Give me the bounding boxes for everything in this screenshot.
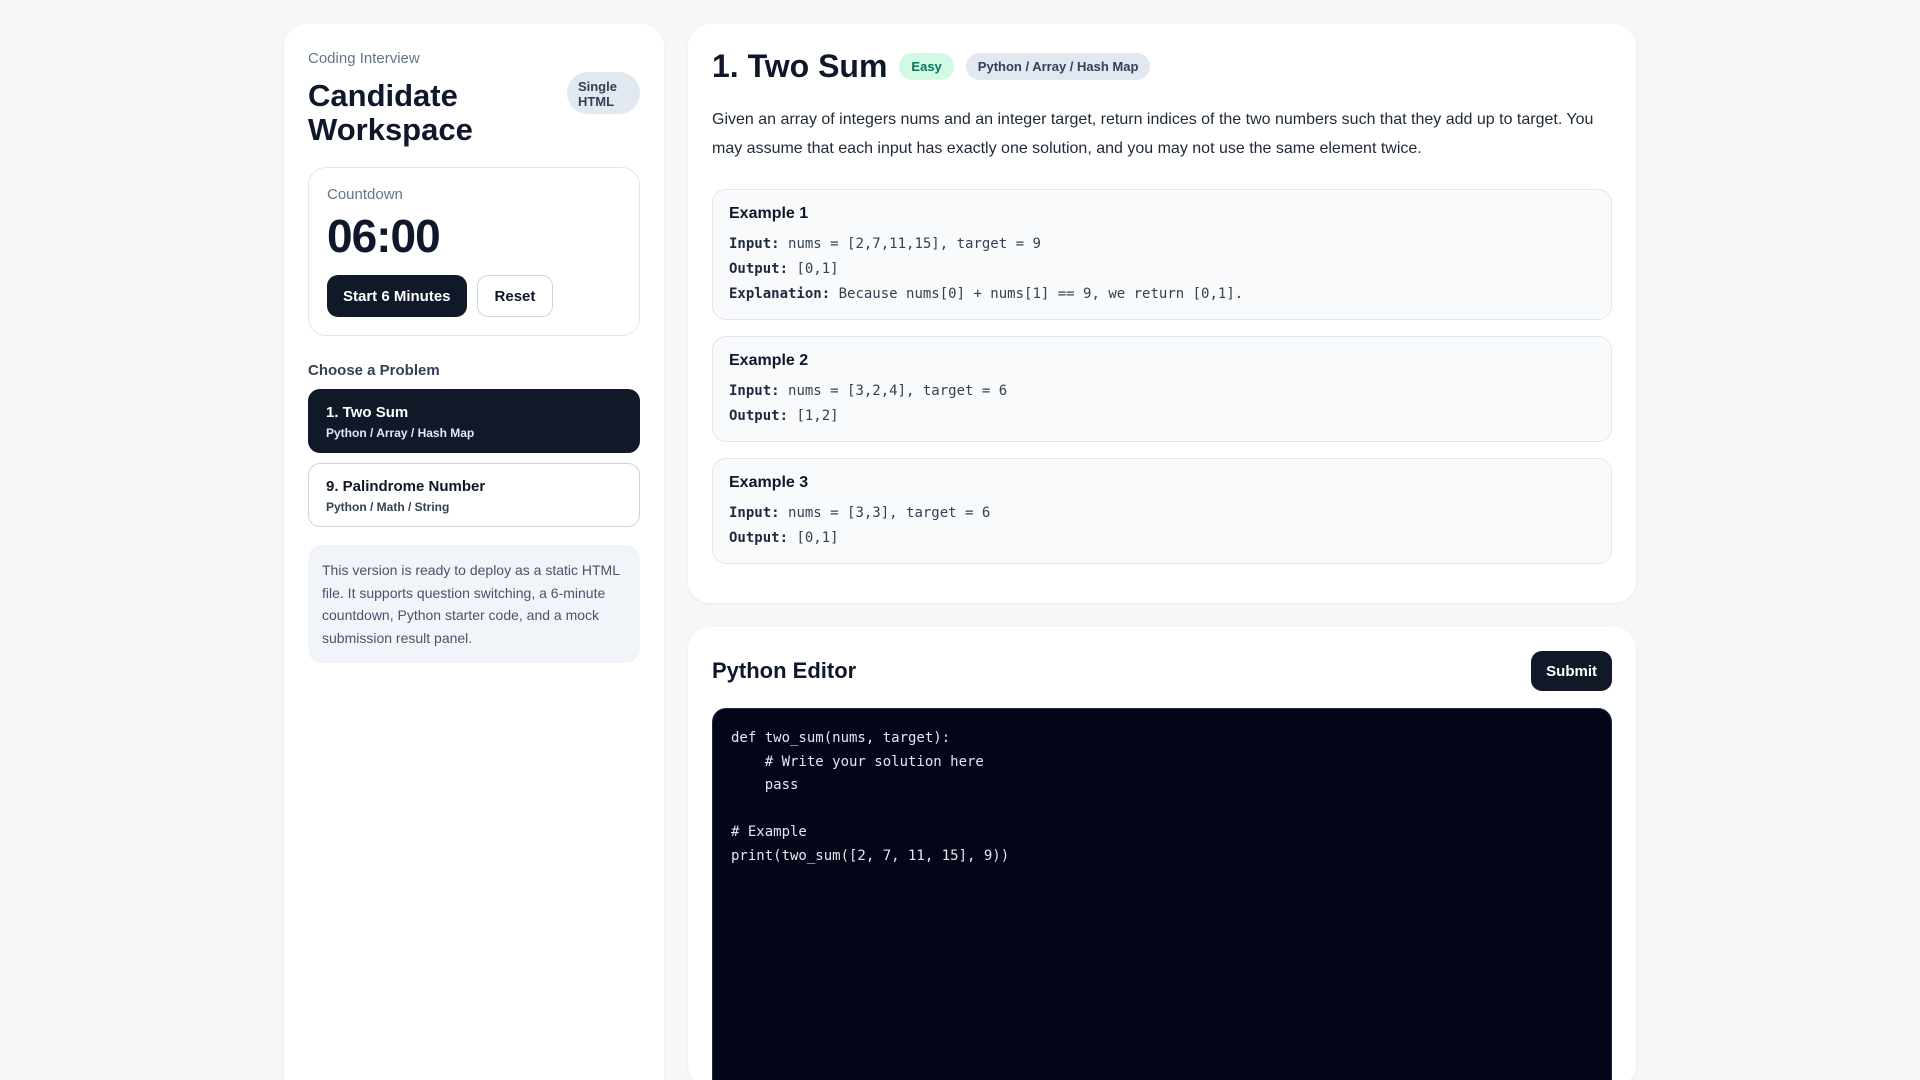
submit-button[interactable]: Submit	[1531, 651, 1612, 691]
problem-title: 1. Two Sum	[712, 48, 888, 84]
example-title: Example 3	[729, 474, 809, 491]
example-output: Output: [1,2]	[729, 408, 839, 424]
example-input: Input: nums = [3,3], target = 6	[729, 505, 991, 521]
single-html-badge: Single HTML	[566, 72, 640, 114]
code-editor[interactable]: def two_sum(nums, target): # Write your …	[712, 708, 1612, 1080]
problem-item-two-sum[interactable]: 1. Two Sum Python / Array / Hash Map	[308, 389, 640, 453]
example-input: Input: nums = [2,7,11,15], target = 9	[729, 236, 1041, 252]
editor-title: Python Editor	[712, 658, 857, 683]
problem-panel: 1. Two Sum Easy Python / Array / Hash Ma…	[688, 24, 1636, 603]
timer-value: 06:00	[327, 210, 441, 262]
editor-panel: Python Editor Submit def two_sum(nums, t…	[688, 627, 1636, 1080]
eyebrow: Coding Interview	[308, 50, 420, 67]
example-output: Output: [0,1]	[729, 530, 839, 546]
example-explanation: Explanation: Because nums[0] + nums[1] =…	[729, 286, 1244, 302]
start-timer-button[interactable]: Start 6 Minutes	[327, 275, 467, 317]
example-card: Example 3 Input: nums = [3,3], target = …	[712, 458, 1612, 564]
example-card: Example 1 Input: nums = [2,7,11,15], tar…	[712, 189, 1612, 320]
reset-timer-button[interactable]: Reset	[476, 275, 554, 317]
difficulty-badge: Easy	[899, 53, 954, 80]
examples-list: Example 1 Input: nums = [2,7,11,15], tar…	[712, 189, 1612, 564]
example-output: Output: [0,1]	[729, 261, 839, 277]
example-title: Example 2	[729, 352, 809, 369]
example-input: Input: nums = [3,2,4], target = 6	[729, 383, 1008, 399]
problem-item-palindrome-number[interactable]: 9. Palindrome Number Python / Math / Str…	[308, 463, 640, 527]
timer-card: Countdown 06:00 Start 6 Minutes Reset	[308, 167, 640, 336]
problem-item-title: 9. Palindrome Number	[326, 478, 486, 495]
tags-badge: Python / Array / Hash Map	[965, 53, 1151, 80]
editor-header: Python Editor Submit	[712, 651, 1612, 691]
example-card: Example 2 Input: nums = [3,2,4], target …	[712, 336, 1612, 442]
sidebar: Coding Interview Candidate Workspace Sin…	[284, 24, 664, 1080]
problem-item-title: 1. Two Sum	[326, 404, 409, 421]
info-note: This version is ready to deploy as a sta…	[308, 545, 640, 663]
example-title: Example 1	[729, 205, 809, 222]
problem-item-tags: Python / Math / String	[326, 500, 450, 514]
timer-buttons: Start 6 Minutes Reset	[327, 275, 621, 317]
problem-description: Given an array of integers nums and an i…	[712, 111, 1594, 157]
problem-item-tags: Python / Array / Hash Map	[326, 426, 475, 440]
app-title: Candidate Workspace	[308, 78, 473, 147]
problems-heading: Choose a Problem	[308, 362, 440, 379]
problem-header: 1. Two Sum Easy Python / Array / Hash Ma…	[712, 48, 1612, 85]
timer-label: Countdown	[327, 186, 403, 203]
sidebar-header: Coding Interview Candidate Workspace Sin…	[308, 48, 640, 147]
